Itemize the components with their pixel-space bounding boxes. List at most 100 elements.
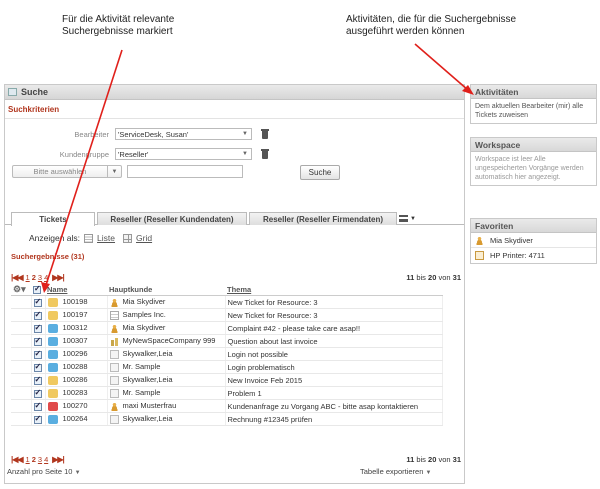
row-checkbox[interactable] [33, 336, 42, 346]
page-link[interactable]: 1 [26, 273, 30, 282]
table-row[interactable]: 100307 MyNewSpaceCompany 999 Question abou… [11, 334, 443, 348]
row-name-cell[interactable]: 100312 [45, 321, 108, 335]
row-checkbox[interactable] [33, 375, 42, 385]
row-topic-cell[interactable]: New Invoice Feb 2015 [225, 373, 443, 387]
view-grid-link[interactable]: Grid [136, 233, 152, 243]
criteria-row-kundengruppe: Kundengruppe 'Reseller' ▼ [5, 148, 269, 160]
table-row[interactable]: 100288 Mr. Sample Login problematisch [11, 360, 443, 374]
row-name-cell[interactable]: 100307 [45, 334, 108, 348]
tab-reseller-kundendaten[interactable]: Reseller (Reseller Kundendaten) [97, 212, 247, 225]
row-checkbox[interactable] [33, 414, 42, 424]
page-link[interactable]: 4 [44, 273, 48, 282]
row-select-cell[interactable] [31, 399, 46, 413]
row-select-cell[interactable] [31, 308, 46, 322]
page-link-current: 2 [31, 273, 36, 282]
row-topic-cell[interactable]: Kundenanfrage zu Vorgang ABC - bitte asa… [225, 399, 443, 413]
row-select-cell[interactable] [31, 386, 46, 400]
row-select-cell[interactable] [31, 295, 46, 309]
table-row[interactable]: 100270 maxi Musterfrau Kundenanfrage zu Vo… [11, 399, 443, 413]
row-checkbox[interactable] [33, 388, 42, 398]
page-link[interactable]: 3 [38, 273, 42, 282]
row-checkbox[interactable] [33, 297, 42, 307]
row-select-cell[interactable] [31, 334, 46, 348]
column-topic[interactable]: Thema [225, 284, 443, 296]
row-checkbox[interactable] [33, 362, 42, 372]
table-row[interactable]: 100197 Samples Inc. New Ticket for Resourc… [11, 308, 443, 322]
row-topic-cell[interactable]: Login not possible [225, 347, 443, 361]
row-name-cell[interactable]: 100288 [45, 360, 108, 374]
criteria-value-input[interactable] [127, 165, 243, 178]
grid-view-icon[interactable] [123, 233, 133, 243]
row-customer-cell[interactable]: Skywalker,Leia [107, 373, 226, 387]
row-checkbox[interactable] [33, 401, 42, 411]
row-customer-cell[interactable]: Mr. Sample [107, 386, 226, 400]
view-list-link[interactable]: Liste [97, 233, 115, 243]
gear-icon[interactable]: ⚙▾ [13, 284, 26, 295]
row-spacer [11, 295, 32, 309]
column-name[interactable]: Name [45, 284, 107, 296]
row-topic-cell[interactable]: New Ticket for Resource: 3 [225, 308, 443, 322]
row-topic-cell[interactable]: Login problematisch [225, 360, 443, 374]
table-row[interactable]: 100296 Skywalker,Leia Login not possible [11, 347, 443, 361]
row-customer-cell[interactable]: Mia Skydiver [107, 321, 226, 335]
row-name-cell[interactable]: 100198 [45, 295, 108, 309]
criteria-select[interactable]: 'Reseller' ▼ [115, 148, 252, 160]
row-customer-cell[interactable]: Mia Skydiver [107, 295, 226, 309]
row-topic-cell[interactable]: Complaint #42 - please take care asap!! [225, 321, 443, 335]
next-last-icon[interactable]: ▶▶| [52, 273, 65, 282]
list-view-icon[interactable] [84, 233, 94, 243]
select-all-column[interactable] [31, 284, 45, 296]
add-criteria-select[interactable]: Bitte auswählen ▼ [12, 165, 122, 178]
table-row[interactable]: 100286 Skywalker,Leia New Invoice Feb 2015 [11, 373, 443, 387]
column-customer[interactable]: Hauptkunde [107, 284, 225, 296]
table-row[interactable]: 100264 Skywalker,Leia Rechnung #12345 prüf… [11, 412, 443, 426]
page-link[interactable]: 3 [38, 455, 42, 464]
row-checkbox[interactable] [33, 310, 42, 320]
trash-icon[interactable] [261, 149, 269, 159]
first-prev-icon[interactable]: |◀◀ [11, 455, 24, 464]
page-link[interactable]: 1 [26, 455, 30, 464]
row-customer-cell[interactable]: Samples Inc. [107, 308, 226, 322]
row-customer-cell[interactable]: Mr. Sample [107, 360, 226, 374]
row-customer-cell[interactable]: Skywalker,Leia [107, 347, 226, 361]
row-select-cell[interactable] [31, 347, 46, 361]
row-customer-cell[interactable]: maxi Musterfrau [107, 399, 226, 413]
favorite-item[interactable]: HP Printer: 4711 [471, 248, 596, 263]
row-customer-cell[interactable]: MyNewSpaceCompany 999 [107, 334, 226, 348]
first-prev-icon[interactable]: |◀◀ [11, 273, 24, 282]
tab-reseller-firmendaten[interactable]: Reseller (Reseller Firmendaten) [249, 212, 397, 225]
row-select-cell[interactable] [31, 412, 46, 426]
settings-column[interactable]: ⚙▾ [11, 284, 31, 296]
row-select-cell[interactable] [31, 373, 46, 387]
criteria-select[interactable]: 'ServiceDesk, Susan' ▼ [115, 128, 252, 140]
row-select-cell[interactable] [31, 360, 46, 374]
row-name-cell[interactable]: 100197 [45, 308, 108, 322]
row-topic-cell[interactable]: New Ticket for Resource: 3 [225, 295, 443, 309]
export-control[interactable]: Tabelle exportieren ▼ [360, 467, 431, 476]
row-customer-cell[interactable]: Skywalker,Leia [107, 412, 226, 426]
row-checkbox[interactable] [33, 349, 42, 359]
row-topic-cell[interactable]: Problem 1 [225, 386, 443, 400]
row-name-cell[interactable]: 100283 [45, 386, 108, 400]
row-name-cell[interactable]: 100296 [45, 347, 108, 361]
row-name-cell[interactable]: 100264 [45, 412, 108, 426]
activity-assign-link[interactable]: Dem aktuellen Bearbeiter (mir) alle Tick… [471, 99, 596, 123]
row-name-cell[interactable]: 100286 [45, 373, 108, 387]
row-topic-cell[interactable]: Question about last invoice [225, 334, 443, 348]
search-button[interactable]: Suche [300, 165, 340, 180]
table-row[interactable]: 100198 Mia Skydiver New Ticket for Resourc… [11, 295, 443, 309]
row-checkbox[interactable] [33, 323, 42, 333]
row-select-cell[interactable] [31, 321, 46, 335]
tab-tickets[interactable]: Tickets [11, 212, 95, 226]
favorite-item[interactable]: Mia Skydiver [471, 233, 596, 248]
page-link[interactable]: 4 [44, 455, 48, 464]
select-all-checkbox[interactable] [33, 284, 41, 294]
row-name-cell[interactable]: 100270 [45, 399, 108, 413]
per-page-control[interactable]: Anzahl pro Seite 10 ▼ [7, 467, 81, 476]
trash-icon[interactable] [261, 129, 269, 139]
row-topic-cell[interactable]: Rechnung #12345 prüfen [225, 412, 443, 426]
next-last-icon[interactable]: ▶▶| [52, 455, 65, 464]
tab-menu-button[interactable]: ▼ [399, 213, 425, 224]
table-row[interactable]: 100312 Mia Skydiver Complaint #42 - please… [11, 321, 443, 335]
table-row[interactable]: 100283 Mr. Sample Problem 1 [11, 386, 443, 400]
